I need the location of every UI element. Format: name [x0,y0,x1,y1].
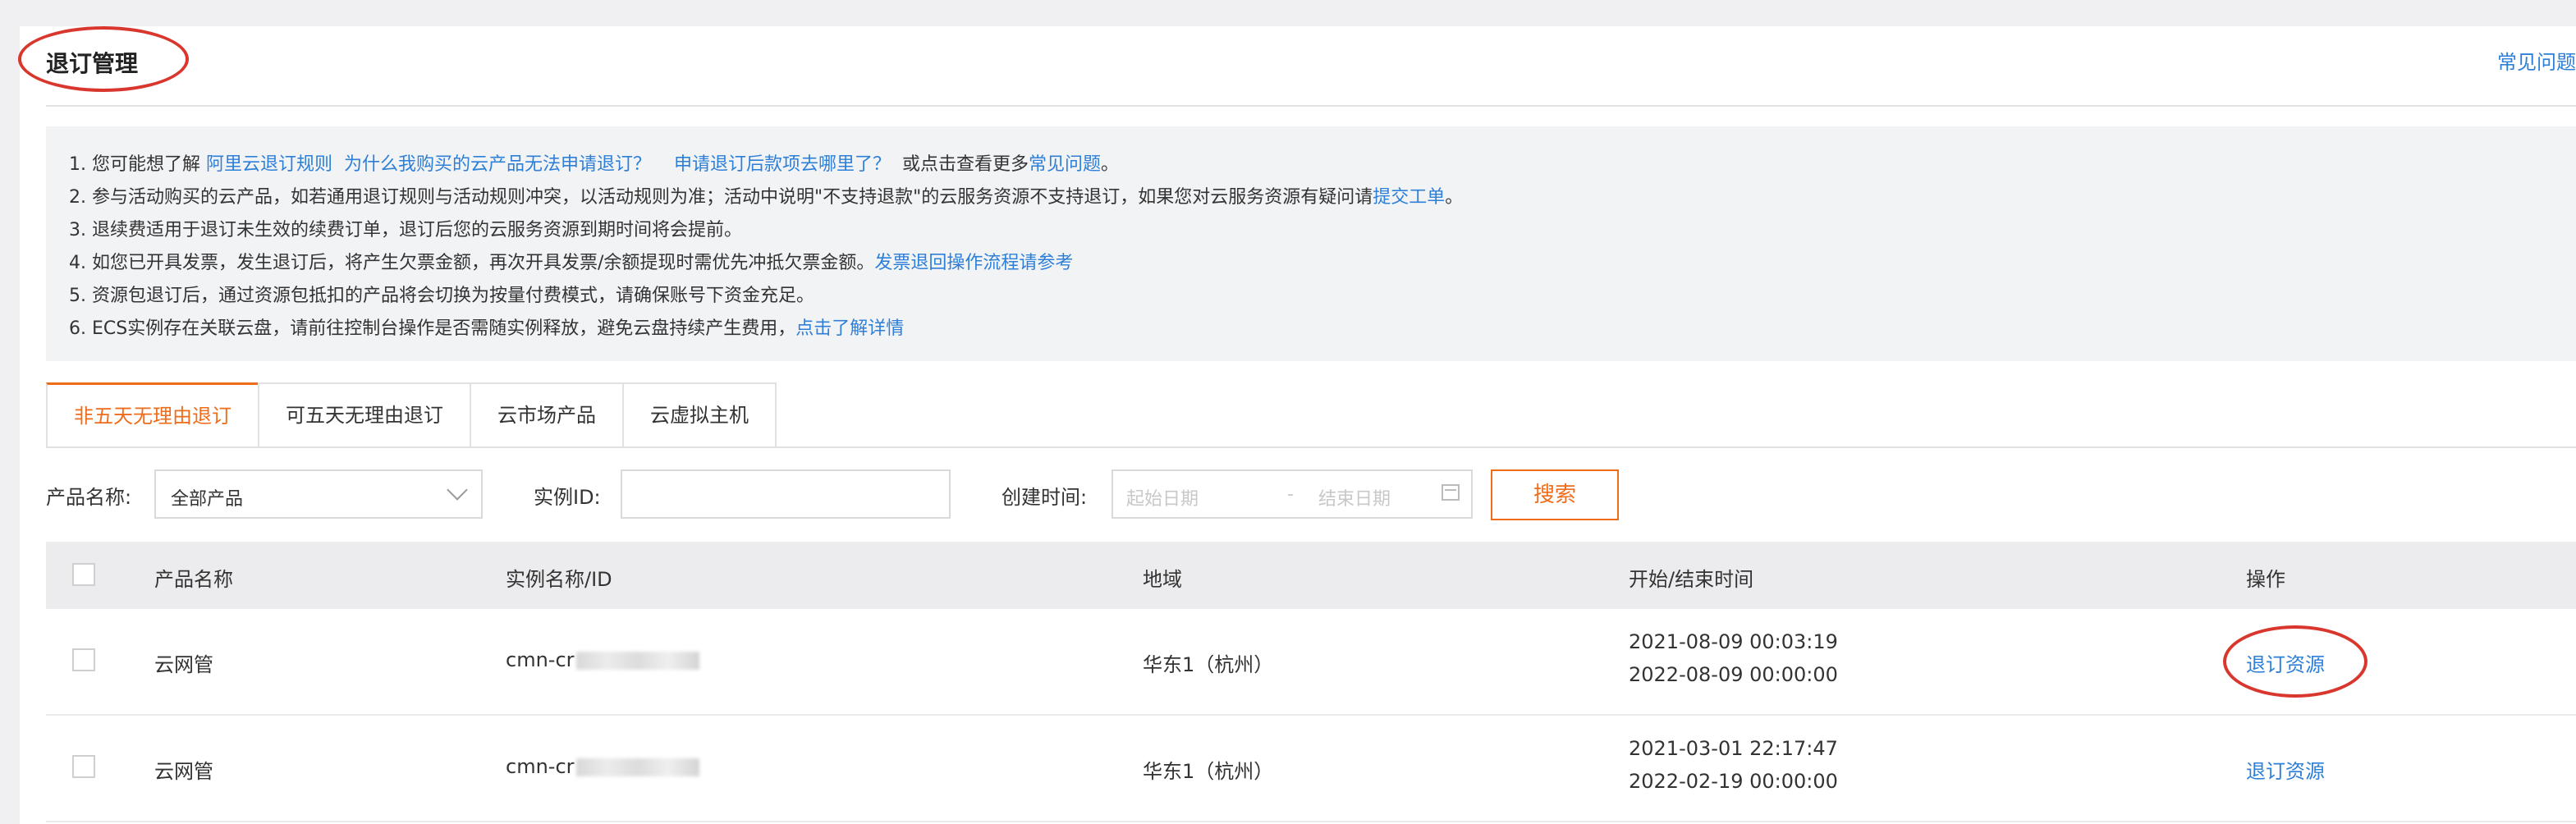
tabs-underline [46,446,2576,448]
product-select[interactable]: 全部产品 [154,469,483,519]
end-time-cell: 2022-02-19 00:00:00 [1629,770,1838,793]
product-select-value: 全部产品 [171,489,244,510]
notice-line-4: 4. 如您已开具发票，发生退订后，将产生欠票金额，再次开具发票/余额提现时需优先… [69,253,1074,273]
product-name-cell: 云网管 [154,760,213,783]
notice-line-6: 6. ECS实例存在关联云盘，请前往控制台操作是否需随实例释放，避免云盘持续产生… [69,318,905,339]
product-filter-label: 产品名称: [46,486,132,509]
column-header-time: 开始/结束时间 [1629,568,1754,591]
table-header: 产品名称 实例名称/ID 地域 开始/结束时间 操作 [46,542,2576,609]
tab-marketplace-products[interactable]: 云市场产品 [470,382,624,446]
calendar-icon [1442,484,1460,501]
submit-ticket-link[interactable]: 提交工单 [1373,187,1445,208]
notice-line-1: 1. 您可能想了解 阿里云退订规则 为什么我购买的云产品无法申请退订？ 申请退订… [69,154,1120,175]
tab-five-day-refund[interactable]: 可五天无理由退订 [258,382,471,446]
tab-non-five-day-refund[interactable]: 非五天无理由退订 [46,382,259,447]
start-time-cell: 2021-03-01 22:17:47 [1629,737,1838,760]
instance-id-cell: cmn-cr [506,648,699,671]
instance-id-cell: cmn-cr [506,755,699,778]
select-all-checkbox[interactable] [72,563,95,586]
redacted-instance-id [575,652,699,670]
invoice-return-link[interactable]: 发票退回操作流程请参考 [874,253,1073,273]
end-time-cell: 2022-08-09 00:00:00 [1629,663,1838,686]
instance-filter-label: 实例ID: [534,486,601,509]
table-row: 云网管 cmn-cr 华东1（杭州） 2021-08-09 00:03:19 2… [46,609,2576,716]
notice-line-3: 3. 退续费适用于退订未生效的续费订单，退订后您的云服务资源到期时间将会提前。 [69,220,742,240]
search-button[interactable]: 搜索 [1491,469,1619,520]
column-header-action: 操作 [2246,568,2285,591]
title-highlight-annotation [18,26,189,92]
notice-line-5: 5. 资源包退订后，通过资源包抵扣的产品将会切换为按量付费模式，请确保账号下资金… [69,286,814,306]
created-time-label: 创建时间: [1002,486,1088,509]
start-time-cell: 2021-08-09 00:03:19 [1629,630,1838,653]
column-header-product: 产品名称 [154,568,233,591]
refund-destination-link[interactable]: 申请退订后款项去哪里了？ [674,154,891,175]
row-checkbox[interactable] [72,755,95,778]
date-range-picker[interactable]: 起始日期 - 结束日期 [1112,469,1473,519]
redacted-instance-id [575,758,699,776]
more-faq-link[interactable]: 常见问题 [1029,154,1101,175]
region-cell: 华东1（杭州） [1143,653,1274,676]
refund-rules-link[interactable]: 阿里云退订规则 [206,154,332,175]
row-checkbox[interactable] [72,648,95,671]
why-cannot-refund-link[interactable]: 为什么我购买的云产品无法申请退订？ [344,154,651,175]
faq-link[interactable]: 常见问题 [2497,46,2576,75]
chevron-down-icon [447,479,468,501]
instance-id-input[interactable] [621,469,951,519]
region-cell: 华东1（杭州） [1143,760,1274,783]
table-row: 云网管 cmn-cr 华东1（杭州） 2021-03-01 22:17:47 2… [46,716,2576,822]
range-separator: - [1287,484,1294,505]
notice-box: 1. 您可能想了解 阿里云退订规则 为什么我购买的云产品无法申请退订？ 申请退订… [46,126,2576,361]
product-name-cell: 云网管 [154,653,213,676]
action-highlight-annotation [2223,625,2367,698]
header-divider [46,105,2576,107]
tab-virtual-host[interactable]: 云虚拟主机 [622,382,777,446]
notice-line-2: 2. 参与活动购买的云产品，如若通用退订规则与活动规则冲突，以活动规则为准；活动… [69,187,1464,208]
start-date-placeholder: 起始日期 [1126,489,1199,510]
column-header-region: 地域 [1143,568,1182,591]
column-header-instance: 实例名称/ID [506,568,612,591]
unsubscribe-resource-link[interactable]: 退订资源 [2246,755,2325,784]
end-date-placeholder: 结束日期 [1318,489,1391,510]
ecs-details-link[interactable]: 点击了解详情 [795,318,904,339]
